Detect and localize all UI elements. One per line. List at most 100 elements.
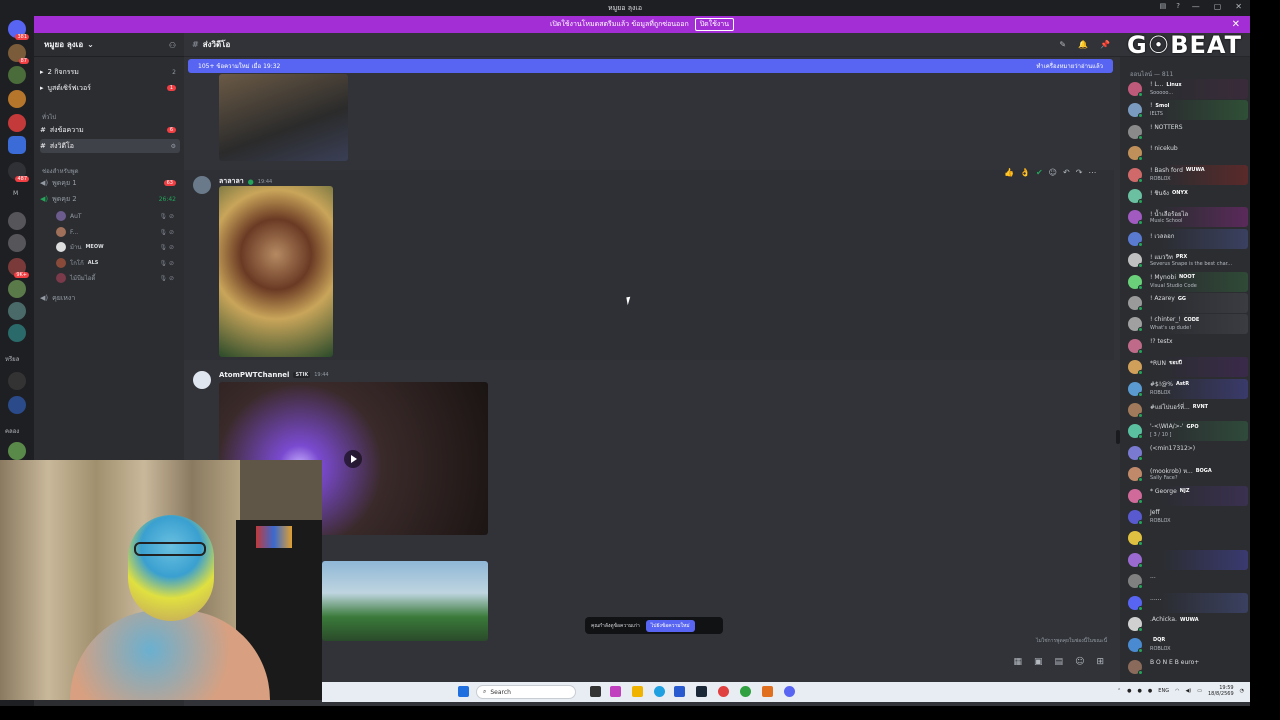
server-icon-selected[interactable] [8,136,26,154]
member-row[interactable]: !? testx [1124,335,1248,356]
gift-icon[interactable]: ▦ [1014,657,1023,667]
thumbs-up-icon[interactable]: 👍 [1004,168,1014,177]
voice-channel-2[interactable]: ◀) พูดคุย 2 26:42 [40,192,180,206]
server-icon[interactable] [8,302,26,320]
member-row[interactable]: ! แมววิท PRX Severus Snape is the best cha… [1124,250,1248,271]
member-row[interactable]: (mookrob) ห... BOGA Sally Face? [1124,464,1248,485]
avatar[interactable] [193,371,211,389]
member-row[interactable]: ! น้ำเลือร้อยไล Music School [1124,207,1248,228]
voice-user[interactable]: AuT 🎙 ⊘ [56,209,176,223]
store-icon[interactable] [674,686,685,697]
server-icon[interactable]: 87 [8,44,29,64]
discord-icon[interactable] [784,686,795,697]
member-row[interactable]: ! Mynobi NOOT Visual Studio Code [1124,271,1248,292]
image-attachment[interactable] [219,186,333,357]
volume-icon[interactable]: ◀) [1185,688,1191,694]
notification-icon[interactable]: ◔ [1240,688,1244,694]
channel-send-video[interactable]: # ส่งวิดีโอ ⚙ [40,139,180,153]
battery-icon[interactable]: ▭ [1197,688,1202,694]
check-icon[interactable]: ✔ [1036,168,1043,177]
member-row[interactable]: ! Azarey GG [1124,293,1248,313]
author-name[interactable]: AtomPWTChannel [219,371,289,379]
member-row[interactable] [1124,549,1248,570]
events-row[interactable]: ▸ 2 กิจกรรม 2 [40,65,180,79]
close-button[interactable]: ✕ [1235,2,1242,11]
tray-app-icon[interactable]: ● [1138,688,1142,694]
boost-row[interactable]: ▸ บูสต์เซิร์ฟเวอร์ 1 [40,81,180,95]
server-icon[interactable] [8,212,26,230]
voice-user[interactable]: ม้าน MEOW 🎙 ⊘ [56,240,176,254]
start-icon[interactable] [458,686,469,697]
image-attachment[interactable] [219,74,348,161]
tray-app-icon[interactable]: ● [1127,688,1131,694]
server-label[interactable]: หรียล [5,354,19,364]
avatar[interactable] [193,176,211,194]
sticker-icon[interactable]: ▤ [1055,657,1064,667]
maximize-button[interactable]: ▢ [1214,2,1222,11]
member-row[interactable]: (<min17312>) [1124,442,1248,463]
ok-hand-icon[interactable]: 👌 [1020,168,1030,177]
app-icon[interactable] [740,686,751,697]
disable-streamer-mode-button[interactable]: ปิดใช้งาน [694,18,735,31]
steam-icon[interactable] [696,686,707,697]
forward-icon[interactable]: ↷ [1076,168,1083,177]
server-icon[interactable] [8,234,26,252]
server-icon[interactable] [8,324,26,342]
tray-app-icon[interactable]: ● [1148,688,1152,694]
member-row[interactable]: *RUN ขอบปี [1124,357,1248,378]
app-icon[interactable] [762,686,773,697]
voice-user[interactable]: ไม้บีมไอดี้ 🎙 ⊘ [56,271,176,285]
clock[interactable]: 19:59 18/8/2569 [1208,685,1234,697]
bell-icon[interactable]: 🔔 [1078,40,1088,49]
play-icon[interactable] [344,450,362,468]
emoji-icon[interactable]: ☺ [1075,657,1084,667]
help-icon[interactable]: ? [1176,2,1180,10]
taskbar-search[interactable]: ⌕ Search [476,685,576,699]
member-row[interactable]: #$!@% AstR ROBLOX [1124,378,1248,399]
server-icon[interactable] [8,114,26,132]
video-attachment[interactable] [322,561,488,641]
member-row[interactable]: ! Smol IELTS [1124,100,1248,121]
copilot-icon[interactable] [610,686,621,697]
server-icon[interactable] [8,66,26,84]
settings-icon[interactable]: ⚙ [171,143,176,150]
voice-user[interactable]: F... 🎙 ⊘ [56,225,176,239]
task-view-icon[interactable] [590,686,601,697]
category-general[interactable]: ทั่วไป [42,112,56,122]
category-voice[interactable]: ช่องสำหรับพูด [42,166,78,176]
member-row[interactable]: DQR ROBLOX [1124,635,1248,656]
gif-icon[interactable]: ▣ [1034,657,1043,667]
member-row[interactable]: .Achicka. WUWA [1124,614,1248,634]
channel-send-message[interactable]: # ส่งข้อความ 6 [40,123,180,137]
voice-user[interactable]: โกโก้ ALS 🎙 ⊘ [56,256,176,270]
server-icon[interactable]: 487 [8,162,29,182]
server-icon[interactable] [8,90,26,108]
apps-icon[interactable]: ⊞ [1096,657,1104,667]
chevron-up-icon[interactable]: ⌃ [1117,688,1121,694]
file-explorer-icon[interactable] [632,686,643,697]
server-icon[interactable] [8,372,26,390]
member-row[interactable]: '-<\WIA/>-' GPO [ 3 / 10 ] [1124,421,1248,442]
afk-channel[interactable]: ◀) คุยเหงา [40,291,180,305]
member-row[interactable]: ! L... Linux Sooooo... [1124,79,1248,99]
server-icon[interactable]: 9K+ [8,258,29,278]
member-row[interactable]: ... [1124,571,1248,592]
edge-icon[interactable] [654,686,665,697]
member-row[interactable]: ! Bash ford WUWA ROBLOX [1124,164,1248,185]
server-header[interactable]: หมูยอ ลุงเอ ⌄ ⚇ [34,33,184,57]
member-row[interactable]: ! chinter_! CODE What's up dude! [1124,314,1248,335]
member-row[interactable]: * George NJZ [1124,485,1248,506]
add-member-icon[interactable]: ⚇ [169,41,176,50]
member-row[interactable]: ! NOTTERS [1124,121,1248,142]
member-row[interactable]: #แย่โปบอร์ที่... RVNT [1124,400,1248,420]
server-icon[interactable] [8,396,26,414]
inbox-icon[interactable]: ▤ [1160,2,1167,10]
add-reaction-icon[interactable]: ☺ [1049,168,1057,177]
member-row[interactable]: ! nicekub [1124,143,1248,164]
chrome-icon[interactable] [718,686,729,697]
threads-icon[interactable]: ✎ [1059,40,1066,49]
minimize-button[interactable]: — [1192,2,1200,11]
banner-close-icon[interactable]: ✕ [1232,19,1240,30]
member-row[interactable]: ! ชินจัง ONYX [1124,186,1248,206]
server-icon[interactable] [8,280,26,298]
